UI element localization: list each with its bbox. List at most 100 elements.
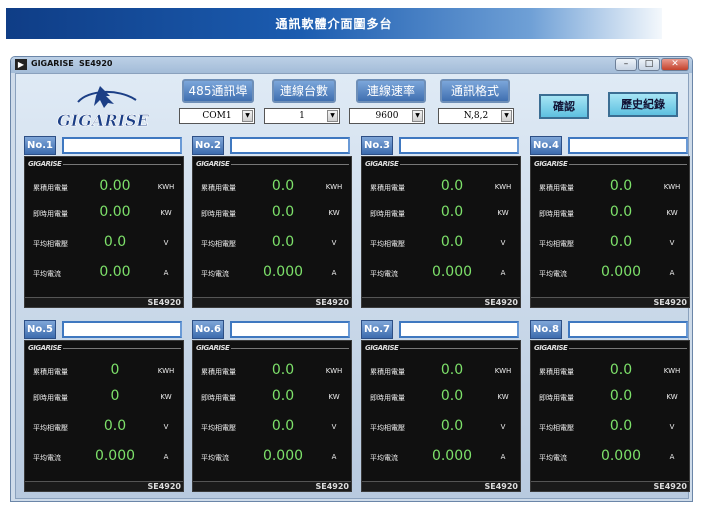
reading-value: 0.0: [440, 234, 464, 250]
reading-unit: KW: [497, 393, 509, 401]
reading-unit: KW: [328, 209, 340, 217]
baud-rate-select[interactable]: 9600 ▼: [349, 108, 425, 124]
reading-row: 即時用電量 0.0 KW: [362, 203, 520, 223]
reading-value: 0.0: [271, 204, 295, 220]
reading-label: 平均相電壓: [201, 424, 236, 432]
reading-unit: V: [669, 423, 675, 431]
reading-row: 即時用電量 0 KW: [25, 387, 183, 407]
history-button[interactable]: 歷史紀錄: [608, 92, 678, 117]
baud-rate-button[interactable]: 連線速率: [356, 79, 426, 103]
reading-unit: KW: [666, 393, 678, 401]
reading-label: 即時用電量: [201, 394, 236, 402]
panel-name-field[interactable]: [568, 137, 688, 154]
panel-footer: SE4920: [531, 297, 689, 307]
panel-name-field[interactable]: [230, 137, 350, 154]
title-bar: ▶ GIGARISE SE4920 – □ ✕: [11, 57, 692, 73]
meter-panel: No.7 GIGARISE 累積用電量 0.0 KWH 即時用電量 0.0 KW…: [361, 320, 521, 492]
panel-brand: GIGARISE: [534, 344, 568, 352]
panel-footer: SE4920: [531, 481, 689, 491]
divider: [63, 164, 181, 165]
reading-unit: V: [331, 239, 337, 247]
panel-display: GIGARISE 累積用電量 0.0 KWH 即時用電量 0.0 KW 平均相電…: [192, 156, 352, 308]
panel-name-field[interactable]: [62, 321, 182, 338]
reading-unit: A: [669, 453, 675, 461]
reading-value: 0: [110, 362, 120, 378]
panel-header: No.7: [361, 320, 521, 339]
meter-panel: No.5 GIGARISE 累積用電量 0 KWH 即時用電量 0 KW 平均相…: [24, 320, 184, 492]
reading-value: 0.0: [440, 418, 464, 434]
divider: [400, 348, 518, 349]
panel-footer: SE4920: [25, 297, 183, 307]
com-port-select[interactable]: COM1 ▼: [179, 108, 255, 124]
panel-model: SE4920: [653, 298, 688, 307]
panel-model: SE4920: [147, 482, 182, 491]
reading-unit: V: [331, 423, 337, 431]
reading-value: 0.000: [431, 448, 473, 464]
device-count-button[interactable]: 連線台數: [272, 79, 336, 103]
chevron-down-icon[interactable]: ▼: [242, 110, 253, 122]
panel-name-field[interactable]: [230, 321, 350, 338]
confirm-button[interactable]: 確認: [539, 94, 589, 119]
reading-row: 即時用電量 0.00 KW: [25, 203, 183, 223]
device-count-value: 1: [299, 111, 305, 121]
panel-brand: GIGARISE: [196, 344, 230, 352]
divider: [569, 348, 687, 349]
panel-number: No.2: [192, 136, 224, 155]
reading-value: 0: [110, 388, 120, 404]
reading-unit: A: [331, 269, 337, 277]
reading-value: 0.0: [609, 418, 633, 434]
close-button[interactable]: ✕: [661, 58, 689, 71]
reading-label: 即時用電量: [539, 394, 574, 402]
reading-label: 累積用電量: [33, 368, 68, 376]
reading-unit: V: [163, 239, 169, 247]
comm-format-value: N,8,2: [463, 111, 489, 121]
comm-format-button[interactable]: 通訊格式: [440, 79, 510, 103]
reading-unit: V: [163, 423, 169, 431]
reading-unit: KWH: [157, 367, 175, 375]
panel-name-field[interactable]: [62, 137, 182, 154]
panel-number: No.3: [361, 136, 393, 155]
panel-brand: GIGARISE: [365, 160, 399, 168]
reading-unit: KW: [160, 393, 172, 401]
panel-name-field[interactable]: [568, 321, 688, 338]
reading-row: 平均相電壓 0.0 V: [25, 417, 183, 437]
reading-label: 累積用電量: [539, 368, 574, 376]
reading-label: 平均電流: [370, 270, 398, 278]
reading-label: 累積用電量: [33, 184, 68, 192]
reading-label: 即時用電量: [539, 210, 574, 218]
reading-value: 0.0: [103, 418, 127, 434]
reading-row: 累積用電量 0.0 KWH: [531, 361, 689, 381]
panel-name-field[interactable]: [399, 137, 519, 154]
reading-unit: KW: [666, 209, 678, 217]
reading-value: 0.0: [271, 178, 295, 194]
reading-value: 0.0: [609, 362, 633, 378]
minimize-button[interactable]: –: [615, 58, 637, 71]
reading-row: 平均相電壓 0.0 V: [193, 417, 351, 437]
panel-number: No.6: [192, 320, 224, 339]
chevron-down-icon[interactable]: ▼: [327, 110, 338, 122]
chevron-down-icon[interactable]: ▼: [412, 110, 423, 122]
chevron-down-icon[interactable]: ▼: [501, 110, 512, 122]
baud-rate-value: 9600: [375, 111, 399, 121]
reading-unit: KWH: [325, 367, 343, 375]
panel-model: SE4920: [484, 298, 519, 307]
reading-row: 即時用電量 0.0 KW: [362, 387, 520, 407]
panel-header: No.5: [24, 320, 184, 339]
panel-header: No.3: [361, 136, 521, 155]
panel-model: SE4920: [315, 298, 350, 307]
reading-row: 即時用電量 0.0 KW: [193, 387, 351, 407]
comm-format-select[interactable]: N,8,2 ▼: [438, 108, 514, 124]
maximize-button[interactable]: □: [638, 58, 660, 71]
panel-footer: SE4920: [362, 297, 520, 307]
reading-value: 0.0: [271, 388, 295, 404]
com-port-button[interactable]: 485通訊埠: [182, 79, 254, 103]
reading-row: 即時用電量 0.0 KW: [193, 203, 351, 223]
meter-panel: No.8 GIGARISE 累積用電量 0.0 KWH 即時用電量 0.0 KW…: [530, 320, 690, 492]
banner-title: 通訊軟體介面圖多台: [275, 17, 393, 31]
device-count-select[interactable]: 1 ▼: [264, 108, 340, 124]
panel-display: GIGARISE 累積用電量 0.0 KWH 即時用電量 0.0 KW 平均相電…: [530, 156, 690, 308]
reading-unit: KW: [328, 393, 340, 401]
reading-row: 平均電流 0.000 A: [531, 447, 689, 467]
reading-label: 平均相電壓: [539, 240, 574, 248]
panel-name-field[interactable]: [399, 321, 519, 338]
